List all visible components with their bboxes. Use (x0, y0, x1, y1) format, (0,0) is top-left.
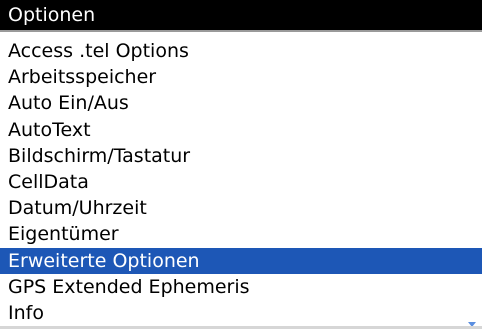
list-item-access-tel-options[interactable]: Access .tel Options (0, 38, 482, 64)
options-screen: Optionen Access .tel Options Arbeitsspei… (0, 0, 482, 329)
list-item-erweiterte-optionen[interactable]: Erweiterte Optionen (0, 247, 482, 274)
list-item-eigentuemer[interactable]: Eigentümer (0, 221, 482, 247)
list-item-auto-ein-aus[interactable]: Auto Ein/Aus (0, 90, 482, 116)
options-list[interactable]: Access .tel Options Arbeitsspeicher Auto… (0, 38, 482, 326)
list-item-datum-uhrzeit[interactable]: Datum/Uhrzeit (0, 195, 482, 221)
screen-title: Optionen (8, 4, 96, 26)
list-item-arbeitsspeicher[interactable]: Arbeitsspeicher (0, 64, 482, 90)
list-item-info[interactable]: Info (0, 300, 482, 326)
list-item-bildschirm-tastatur[interactable]: Bildschirm/Tastatur (0, 143, 482, 169)
list-item-celldata[interactable]: CellData (0, 169, 482, 195)
list-item-autotext[interactable]: AutoText (0, 117, 482, 143)
title-bar: Optionen (0, 0, 482, 32)
list-item-gps-extended-ephemeris[interactable]: GPS Extended Ephemeris (0, 274, 482, 300)
